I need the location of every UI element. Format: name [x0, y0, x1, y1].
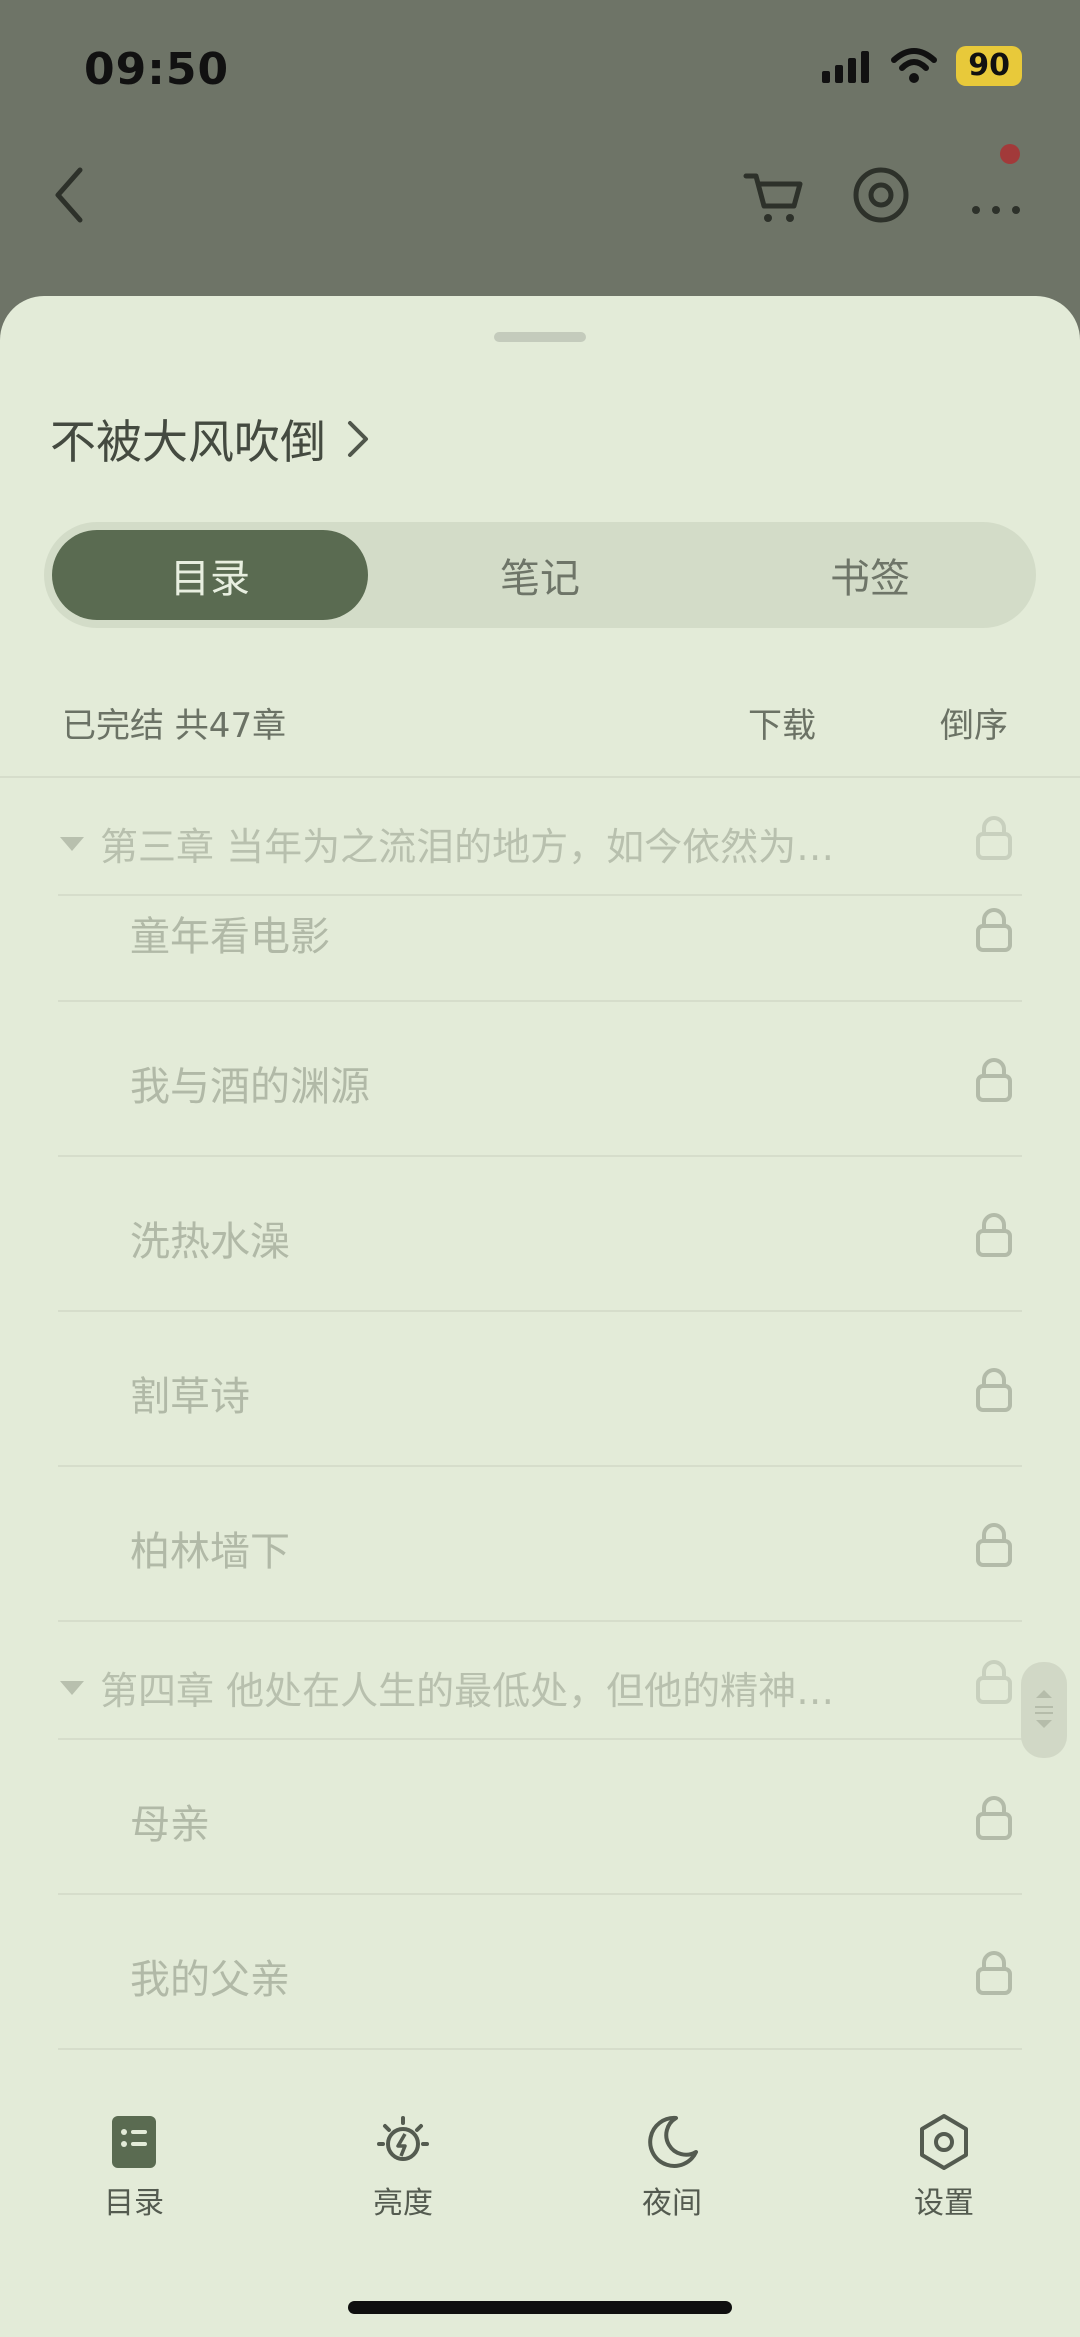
reader-bottom-bar: 目录 亮度 夜间 设置 — [0, 2112, 1080, 2232]
toc-sheet: 不被大风吹倒 目录 笔记 书签 已完结 共47章 下载 倒序 第三章 当年为之流… — [0, 296, 1080, 2337]
battery-indicator: 90 — [956, 46, 1022, 86]
settings-button[interactable]: 设置 — [864, 2112, 1024, 2222]
sheet-grabber[interactable] — [494, 332, 586, 342]
toc-icon — [112, 2116, 156, 2168]
lock-icon — [976, 1058, 1012, 1102]
back-icon[interactable] — [38, 160, 108, 230]
lock-icon — [976, 1951, 1012, 1995]
night-mode-label: 夜间 — [642, 2186, 702, 2221]
list-item[interactable]: 母亲 — [0, 1740, 1080, 1895]
list-item[interactable]: 柏林墙下 — [0, 1467, 1080, 1622]
list-item[interactable]: 我的父亲 — [0, 1895, 1080, 2050]
status-icons: 90 — [820, 46, 1022, 86]
lock-icon — [976, 816, 1012, 860]
signal-icon — [822, 51, 870, 83]
chevron-right-icon — [348, 421, 368, 457]
toc-label: 目录 — [104, 2186, 164, 2221]
reverse-order-button[interactable]: 倒序 — [940, 698, 1008, 747]
tab-bookmarks[interactable]: 书签 — [712, 530, 1028, 620]
chapter-list[interactable]: 第三章 当年为之流泪的地方，如今依然为… 童年看电影 我与酒的渊源 洗热水澡 割… — [0, 778, 1080, 2050]
list-item[interactable]: 童年看电影 — [0, 896, 1080, 1002]
lock-icon — [976, 908, 1012, 952]
section-title: 我与酒的渊源 — [130, 1064, 370, 1110]
home-indicator — [348, 2301, 732, 2314]
collapse-triangle-icon — [60, 836, 84, 851]
section-title: 柏林墙下 — [130, 1529, 290, 1575]
lock-icon — [976, 1796, 1012, 1840]
reader-top-bar — [0, 140, 1080, 252]
status-time: 09:50 — [84, 44, 230, 95]
lock-icon — [976, 1213, 1012, 1257]
section-title: 母亲 — [130, 1802, 210, 1848]
wifi-icon — [891, 48, 938, 83]
chapter-header[interactable]: 第四章 他处在人生的最低处，但他的精神… — [0, 1622, 1080, 1740]
toc-tabs: 目录 笔记 书签 — [44, 522, 1036, 628]
notification-dot — [1000, 144, 1020, 164]
scroll-arrows-icon — [1035, 1690, 1053, 1728]
settings-label: 设置 — [914, 2186, 974, 2221]
list-item[interactable]: 我与酒的渊源 — [0, 1002, 1080, 1157]
toc-button[interactable]: 目录 — [54, 2112, 214, 2222]
brightness-icon — [377, 2116, 429, 2161]
moon-icon — [648, 2115, 698, 2168]
completion-status: 已完结 共47章 — [62, 706, 287, 746]
listen-icon[interactable] — [846, 160, 916, 230]
tab-notes[interactable]: 笔记 — [382, 530, 698, 620]
section-title: 我的父亲 — [130, 1957, 290, 2003]
section-title: 童年看电影 — [130, 914, 330, 960]
list-item[interactable]: 割草诗 — [0, 1312, 1080, 1467]
status-bar: 09:50 90 — [0, 0, 1080, 140]
list-item[interactable]: 洗热水澡 — [0, 1157, 1080, 1312]
scroll-handle[interactable] — [1021, 1662, 1067, 1758]
chapter-header[interactable]: 第三章 当年为之流泪的地方，如今依然为… — [0, 778, 1080, 896]
brightness-label: 亮度 — [373, 2186, 433, 2221]
brightness-button[interactable]: 亮度 — [323, 2112, 483, 2222]
chapter-title: 第四章 他处在人生的最低处，但他的精神… — [100, 1669, 835, 1713]
download-button[interactable]: 下载 — [748, 698, 816, 747]
night-mode-button[interactable]: 夜间 — [592, 2112, 752, 2222]
tab-contents[interactable]: 目录 — [52, 530, 368, 620]
book-title-link[interactable]: 不被大风吹倒 — [50, 406, 374, 472]
section-title: 割草诗 — [130, 1374, 250, 1420]
cart-icon[interactable] — [740, 160, 810, 230]
chapter-title: 第三章 当年为之流泪的地方，如今依然为… — [100, 825, 835, 869]
lock-icon — [976, 1660, 1012, 1704]
lock-icon — [976, 1523, 1012, 1567]
collapse-triangle-icon — [60, 1680, 84, 1695]
toc-info-row: 已完结 共47章 下载 倒序 — [0, 680, 1080, 760]
more-icon[interactable] — [960, 160, 1036, 230]
book-title: 不被大风吹倒 — [50, 415, 326, 469]
section-title: 洗热水澡 — [130, 1219, 290, 1265]
lock-icon — [976, 1368, 1012, 1412]
settings-hexagon-icon — [920, 2114, 968, 2170]
